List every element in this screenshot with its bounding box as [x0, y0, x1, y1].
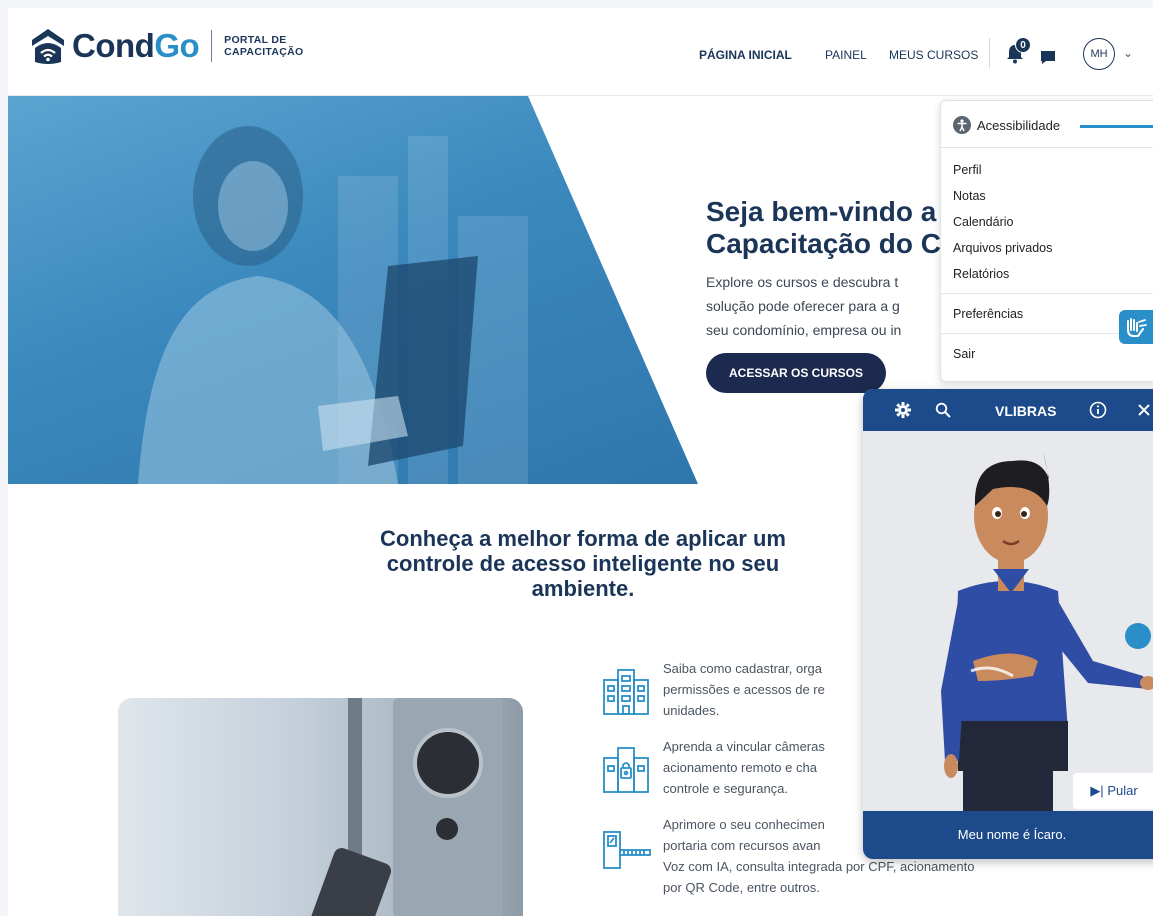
- menu-item-preferencias[interactable]: Preferências: [953, 307, 1023, 321]
- logo-divider: [211, 30, 213, 62]
- hero-title: Seja bem-vindo a Capacitação do C: [706, 196, 941, 259]
- vlibras-avatar-stage: ▶| Pular: [863, 431, 1153, 811]
- close-icon[interactable]: [1137, 403, 1151, 417]
- nav-pagina-inicial[interactable]: PÁGINA INICIAL: [699, 48, 792, 62]
- nav-divider: [989, 38, 990, 68]
- user-avatar[interactable]: MH: [1083, 38, 1115, 70]
- vlibras-title: VLIBRAS: [995, 403, 1057, 419]
- gate-icon: [603, 831, 651, 869]
- nav-meus-cursos[interactable]: MEUS CURSOS: [889, 48, 978, 62]
- menu-item-perfil[interactable]: Perfil: [953, 163, 981, 177]
- building-lock-icon: [603, 747, 649, 793]
- menu-item-sair[interactable]: Sair: [953, 347, 975, 361]
- resize-handle[interactable]: [1125, 623, 1151, 649]
- smart-lock-phone-image: [118, 698, 523, 916]
- section-title: Conheça a melhor forma de aplicar um con…: [380, 526, 786, 601]
- vlibras-widget: VLIBRAS ▶| Pular Meu nome é Ícaro.: [863, 389, 1153, 859]
- logo-subtitle: PORTAL DE CAPACITAÇÃO: [224, 34, 304, 58]
- menu-item-calendario[interactable]: Calendário: [953, 215, 1013, 229]
- vlibras-toolbar: VLIBRAS: [863, 389, 1153, 431]
- accessibility-indicator-line: [1080, 125, 1153, 128]
- skip-icon: ▶|: [1090, 783, 1104, 798]
- menu-item-arquivos-privados[interactable]: Arquivos privados: [953, 241, 1052, 255]
- vlibras-caption: Meu nome é Ícaro.: [863, 811, 1153, 859]
- menu-item-notas[interactable]: Notas: [953, 189, 986, 203]
- vlibras-toggle-button[interactable]: [1119, 310, 1153, 344]
- message-icon[interactable]: [1040, 50, 1056, 65]
- condgo-logo-icon: [32, 29, 64, 64]
- building-icon: [603, 669, 649, 715]
- sign-language-hands-icon: [1127, 318, 1147, 337]
- logo-wordmark: CondGo: [72, 27, 200, 64]
- gear-icon[interactable]: [895, 402, 911, 418]
- info-icon[interactable]: [1089, 401, 1107, 419]
- page: CondGo PORTAL DE CAPACITAÇÃO PÁGINA INIC…: [8, 8, 1153, 916]
- menu-divider: [941, 293, 1153, 294]
- nav-painel[interactable]: PAINEL: [825, 48, 867, 62]
- menu-item-accessibility[interactable]: Acessibilidade: [953, 116, 1060, 134]
- menu-item-relatorios[interactable]: Relatórios: [953, 267, 1009, 281]
- hero-description: Explore os cursos e descubra t solução p…: [706, 274, 902, 338]
- menu-divider: [941, 147, 1153, 148]
- chevron-down-icon[interactable]: ⌄: [1123, 46, 1133, 60]
- icaro-avatar: [941, 451, 1153, 811]
- accessibility-icon: [953, 116, 971, 134]
- site-header: CondGo PORTAL DE CAPACITAÇÃO PÁGINA INIC…: [8, 8, 1153, 96]
- skip-button[interactable]: ▶| Pular: [1073, 773, 1153, 809]
- notification-badge: 0: [1015, 37, 1031, 53]
- access-courses-button[interactable]: ACESSAR OS CURSOS: [706, 353, 886, 393]
- hero-photo-woman-laptop: [8, 96, 698, 484]
- logo[interactable]: CondGo PORTAL DE CAPACITAÇÃO: [28, 26, 303, 66]
- search-icon[interactable]: [935, 402, 951, 418]
